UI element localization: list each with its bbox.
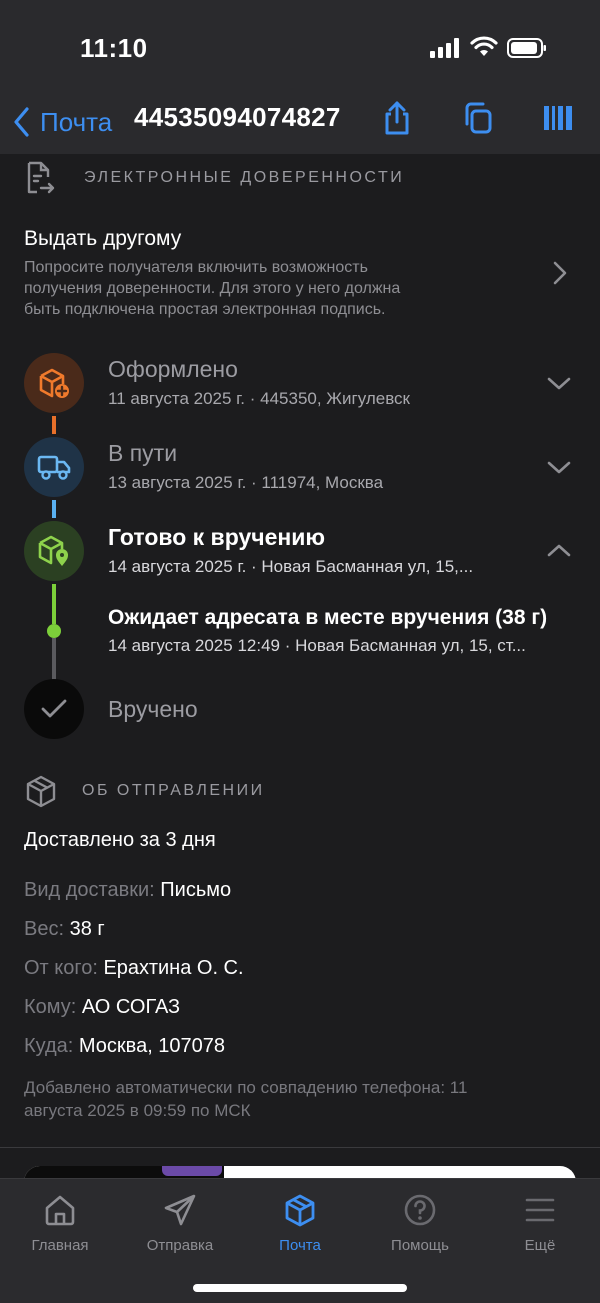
share-icon[interactable] — [380, 100, 414, 136]
field-key: Вес: — [24, 918, 65, 940]
status-ready-badge — [24, 521, 84, 581]
banner-chip — [162, 1166, 222, 1176]
divider — [0, 1147, 600, 1148]
field-value: АО СОГАЗ — [81, 996, 181, 1018]
document-signature-icon — [27, 161, 55, 194]
field-delivery-type: Вид доставки: Письмо — [24, 879, 231, 902]
chevron-up-icon[interactable] — [546, 542, 572, 558]
home-icon — [45, 1195, 75, 1226]
copy-icon[interactable] — [461, 100, 495, 136]
field-key: От кого: — [24, 957, 98, 979]
box-add-icon — [39, 368, 69, 398]
tab-label: Отправка — [146, 1237, 214, 1254]
issue-proxy-desc-line-3: быть подключена простая электронная подп… — [24, 301, 386, 318]
field-value: 38 г — [69, 918, 105, 940]
checkmark-icon — [41, 699, 67, 718]
tab-label: Помощь — [391, 1237, 449, 1254]
timeline-connector — [52, 584, 56, 624]
field-key: Кому: — [24, 996, 77, 1018]
field-key: Куда: — [24, 1035, 74, 1057]
tracking-number-title: 44535094074827 — [134, 102, 341, 132]
status-delivered-badge — [24, 679, 84, 739]
chevron-down-icon[interactable] — [546, 376, 572, 392]
issue-proxy-title: Выдать другому — [24, 227, 182, 250]
chevron-left-icon — [14, 107, 29, 137]
delivered-in-days-text: Доставлено за 3 дня — [24, 829, 216, 851]
status-bar: 11:10 — [0, 0, 600, 92]
status-ready-title: Готово к вручению — [108, 524, 326, 550]
about-section-header: ОБ ОТПРАВЛЕНИИ — [24, 774, 265, 808]
field-recipient: Кому: АО СОГАЗ — [24, 996, 180, 1019]
back-label: Почта — [40, 106, 113, 137]
home-indicator[interactable] — [193, 1284, 407, 1292]
status-delivered-title: Вручено — [108, 696, 198, 722]
back-button[interactable]: Почта — [12, 102, 112, 142]
field-weight: Вес: 38 г — [24, 918, 105, 941]
screen: 11:10 Почта 44535094074827 ЭЛЕКТРОННЫЕ Д… — [0, 0, 600, 1303]
status-registered-badge — [24, 353, 84, 413]
menu-icon — [525, 1198, 555, 1222]
auto-added-note-line-2: августа 2025 в 09:59 по МСК — [24, 1101, 251, 1120]
field-key: Вид доставки: — [24, 879, 155, 901]
status-time: 11:10 — [80, 33, 148, 63]
tab-more[interactable]: Ещё — [480, 1193, 600, 1263]
chevron-down-icon[interactable] — [546, 460, 572, 476]
field-sender: От кого: Ерахтина О. С. — [24, 957, 244, 980]
issue-proxy-desc-line-2: получения доверенности. Для этого у него… — [24, 280, 401, 297]
tab-send[interactable]: Отправка — [120, 1193, 240, 1263]
tab-label: Главная — [31, 1237, 89, 1254]
status-registered-subtitle: 11 августа 2025 г. · 445350, Жигулевск — [108, 389, 410, 408]
tab-help[interactable]: Помощь — [360, 1193, 480, 1263]
barcode-icon[interactable] — [541, 100, 575, 136]
timeline-sub-event-dot — [47, 624, 61, 638]
field-destination: Куда: Москва, 107078 — [24, 1035, 225, 1058]
sub-event-subtitle: 14 августа 2025 12:49 · Новая Басманная … — [108, 636, 526, 655]
field-value: Ерахтина О. С. — [103, 957, 244, 979]
about-section-title: ОБ ОТПРАВЛЕНИИ — [82, 782, 265, 799]
field-value: Москва, 107078 — [78, 1035, 226, 1057]
tab-label: Почта — [279, 1237, 321, 1254]
status-in-transit-badge — [24, 437, 84, 497]
delivered-in-days: Доставлено за 3 дня — [24, 829, 216, 852]
wifi-icon — [470, 36, 498, 56]
package-icon — [26, 775, 56, 808]
cellular-signal-icon — [430, 38, 459, 58]
field-value: Письмо — [160, 879, 232, 901]
tab-mail[interactable]: Почта — [240, 1193, 360, 1263]
proxy-section-title: ЭЛЕКТРОННЫЕ ДОВЕРЕННОСТИ — [84, 169, 405, 186]
parcel-icon — [285, 1194, 315, 1227]
auto-added-note-line-1: Добавлено автоматически по совпадению те… — [24, 1078, 468, 1097]
proxy-section-header: ЭЛЕКТРОННЫЕ ДОВЕРЕННОСТИ — [24, 160, 404, 196]
issue-proxy-row[interactable]: Выдать другому Попросите получателя вклю… — [0, 220, 600, 330]
tab-label: Ещё — [524, 1237, 556, 1254]
status-registered-title: Оформлено — [108, 356, 238, 382]
status-in-transit-title: В пути — [108, 440, 178, 466]
status-in-transit-subtitle: 13 августа 2025 г. · 111974, Москва — [108, 473, 384, 492]
help-icon — [404, 1194, 436, 1226]
status-ready-subtitle: 14 августа 2025 г. · Новая Басманная ул,… — [108, 557, 474, 576]
sub-event-title: Ожидает адресата в месте вручения (38 г) — [108, 606, 548, 629]
nav-bar: Почта 44535094074827 — [0, 92, 600, 154]
send-icon — [164, 1194, 196, 1226]
timeline-connector — [52, 638, 56, 680]
chevron-right-icon — [553, 261, 567, 285]
issue-proxy-desc-line-1: Попросите получателя включить возможност… — [24, 259, 368, 276]
truck-icon — [37, 455, 71, 480]
timeline-connector — [52, 416, 56, 434]
timeline-connector — [52, 500, 56, 518]
tab-home[interactable]: Главная — [0, 1193, 120, 1263]
box-location-icon — [38, 535, 68, 566]
battery-icon — [507, 38, 546, 58]
